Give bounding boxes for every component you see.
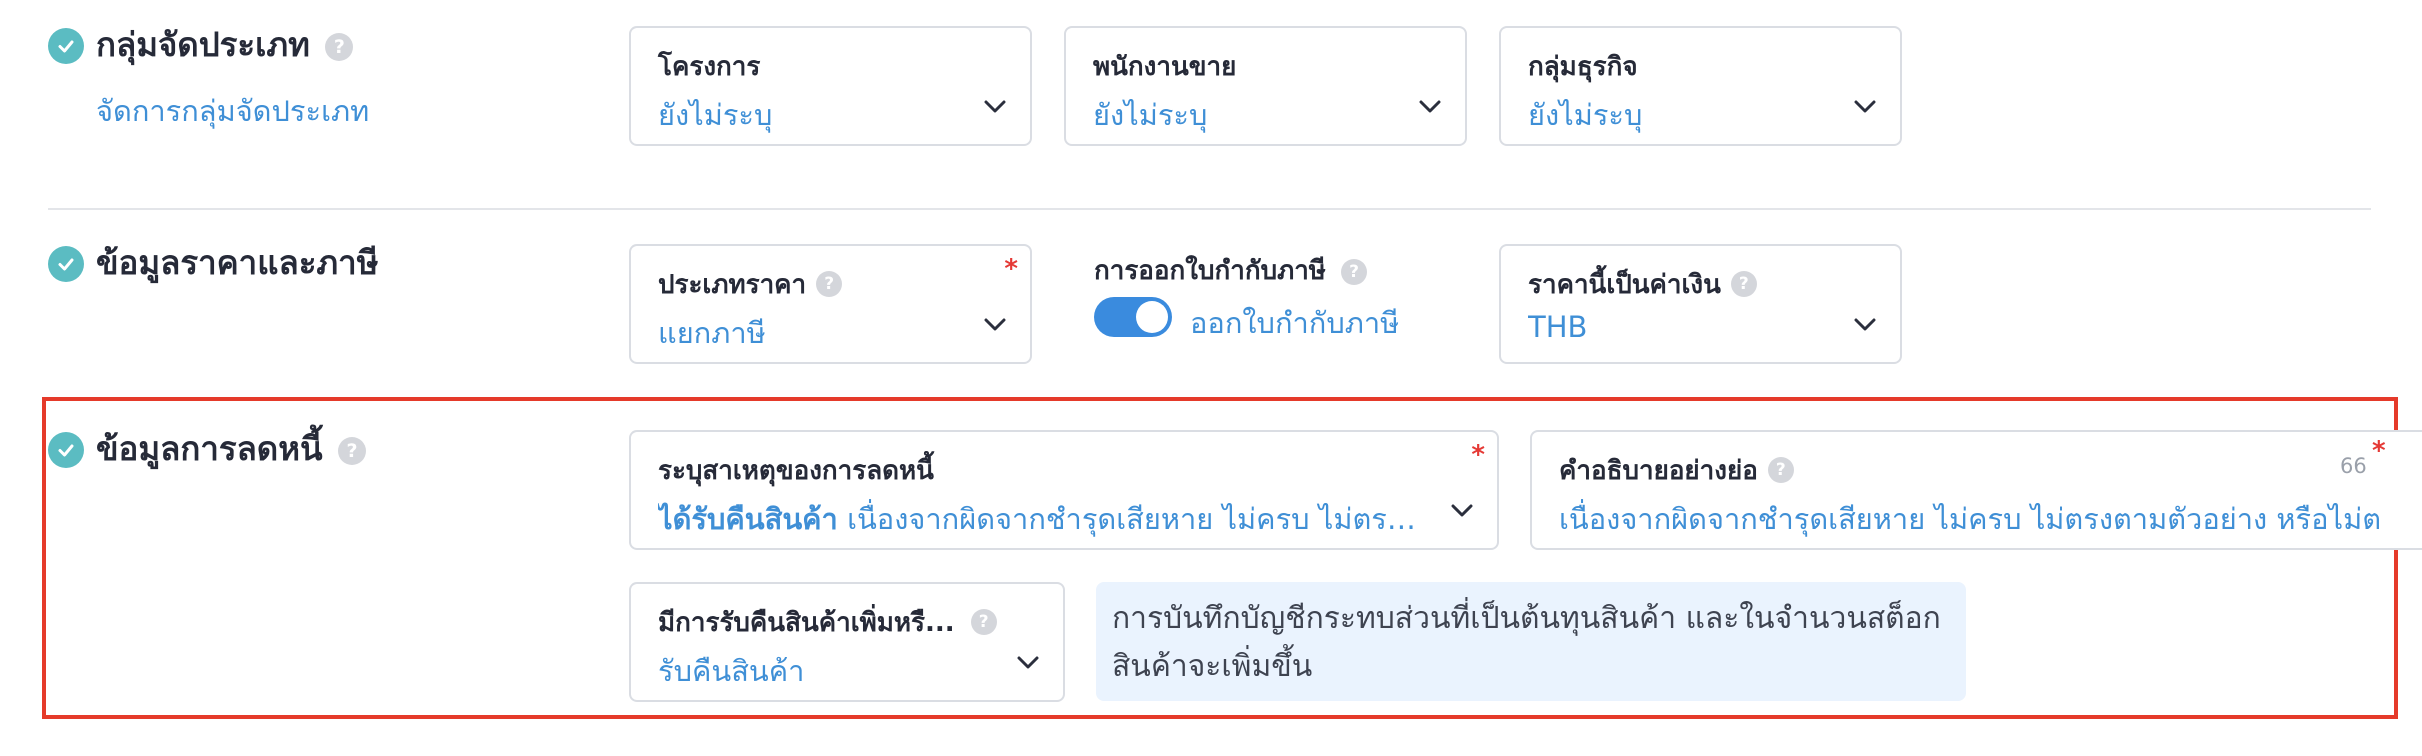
- section-title-price-tax: ข้อมูลราคาและภาษี: [96, 243, 379, 282]
- info-box: การบันทึกบัญชีกระทบส่วนที่เป็นต้นทุนสินค…: [1096, 582, 1966, 701]
- section-divider: [48, 208, 2371, 210]
- help-icon[interactable]: ?: [338, 436, 367, 465]
- chevron-down-icon: [1419, 100, 1441, 113]
- field-value: ยังไม่ระบุ: [658, 98, 773, 132]
- help-icon[interactable]: ?: [325, 32, 354, 61]
- field-label: ราคานี้เป็นค่าเงิน?: [1528, 264, 1757, 305]
- field-value: ยังไม่ระบุ: [1093, 98, 1208, 132]
- chevron-down-icon: [1854, 100, 1876, 113]
- tax-invoice-toggle[interactable]: [1094, 297, 1172, 337]
- field-label: ประเภทราคา?: [658, 264, 843, 305]
- help-icon[interactable]: ?: [1730, 270, 1757, 297]
- salesperson-select[interactable]: พนักงานขาย ยังไม่ระบุ: [1064, 26, 1467, 146]
- check-circle-icon: [48, 28, 84, 64]
- field-label: พนักงานขาย: [1093, 52, 1237, 82]
- debt-reason-select[interactable]: ระบุสาเหตุของการลดหนี้ * ได้รับคืนสินค้า…: [629, 430, 1499, 550]
- required-marker: *: [1004, 254, 1018, 284]
- chevron-down-icon: [984, 100, 1006, 113]
- required-marker: *: [2372, 436, 2386, 466]
- help-icon[interactable]: ?: [1767, 456, 1794, 483]
- reason-bold: ได้รับคืนสินค้า: [658, 502, 838, 536]
- field-label: มีการรับคืนสินค้าเพิ่มหรื...?: [658, 602, 997, 643]
- help-icon[interactable]: ?: [970, 608, 997, 635]
- field-value: ยังไม่ระบุ: [1528, 98, 1643, 132]
- help-icon[interactable]: ?: [816, 270, 843, 297]
- currency-select[interactable]: ราคานี้เป็นค่าเงิน? THB: [1499, 244, 1902, 364]
- section-title-category: กลุ่มจัดประเภท ?: [96, 28, 354, 61]
- check-circle-icon: [48, 432, 84, 468]
- required-marker: *: [1471, 440, 1485, 470]
- chevron-down-icon: [984, 318, 1006, 331]
- check-circle-icon: [48, 246, 84, 282]
- return-goods-select[interactable]: มีการรับคืนสินค้าเพิ่มหรื...? รับคืนสินค…: [629, 582, 1065, 702]
- chevron-down-icon: [1451, 504, 1473, 517]
- short-description-input[interactable]: คำอธิบายอย่างย่อ? 66 เนื่องจากผิดจากชำรุ…: [1530, 430, 2422, 550]
- toggle-knob: [1136, 301, 1168, 333]
- field-value: รับคืนสินค้า: [658, 654, 805, 688]
- chevron-down-icon: [1017, 656, 1039, 669]
- field-label: กลุ่มธุรกิจ: [1528, 52, 1638, 82]
- tax-invoice-label: การออกใบกำกับภาษี ?: [1094, 250, 1368, 291]
- manage-category-link[interactable]: จัดการกลุ่มจัดประเภท: [96, 88, 369, 134]
- field-value: แยกภาษี: [658, 316, 766, 350]
- section-title-debt-reduction: ข้อมูลการลดหนี้ ?: [96, 432, 367, 465]
- project-select[interactable]: โครงการ ยังไม่ระบุ: [629, 26, 1032, 146]
- help-icon[interactable]: ?: [1341, 258, 1368, 285]
- chevron-down-icon: [1854, 318, 1876, 331]
- field-label: คำอธิบายอย่างย่อ?: [1559, 450, 1794, 491]
- field-value: เนื่องจากผิดจากชำรุดเสียหาย ไม่ครบ ไม่ตร…: [1559, 502, 2382, 536]
- field-value: THB: [1528, 310, 1588, 344]
- tax-invoice-toggle-label[interactable]: ออกใบกำกับภาษี: [1190, 300, 1399, 346]
- reason-text: เนื่องจากผิดจากชำรุดเสียหาย ไม่ครบ ไม่ตร…: [847, 502, 1418, 536]
- field-value: ได้รับคืนสินค้า เนื่องจากผิดจากชำรุดเสีย…: [658, 496, 1418, 542]
- price-type-select[interactable]: ประเภทราคา? * แยกภาษี: [629, 244, 1032, 364]
- char-counter: 66: [2340, 454, 2367, 478]
- field-label: โครงการ: [658, 52, 761, 82]
- field-label: ระบุสาเหตุของการลดหนี้: [658, 456, 934, 486]
- business-group-select[interactable]: กลุ่มธุรกิจ ยังไม่ระบุ: [1499, 26, 1902, 146]
